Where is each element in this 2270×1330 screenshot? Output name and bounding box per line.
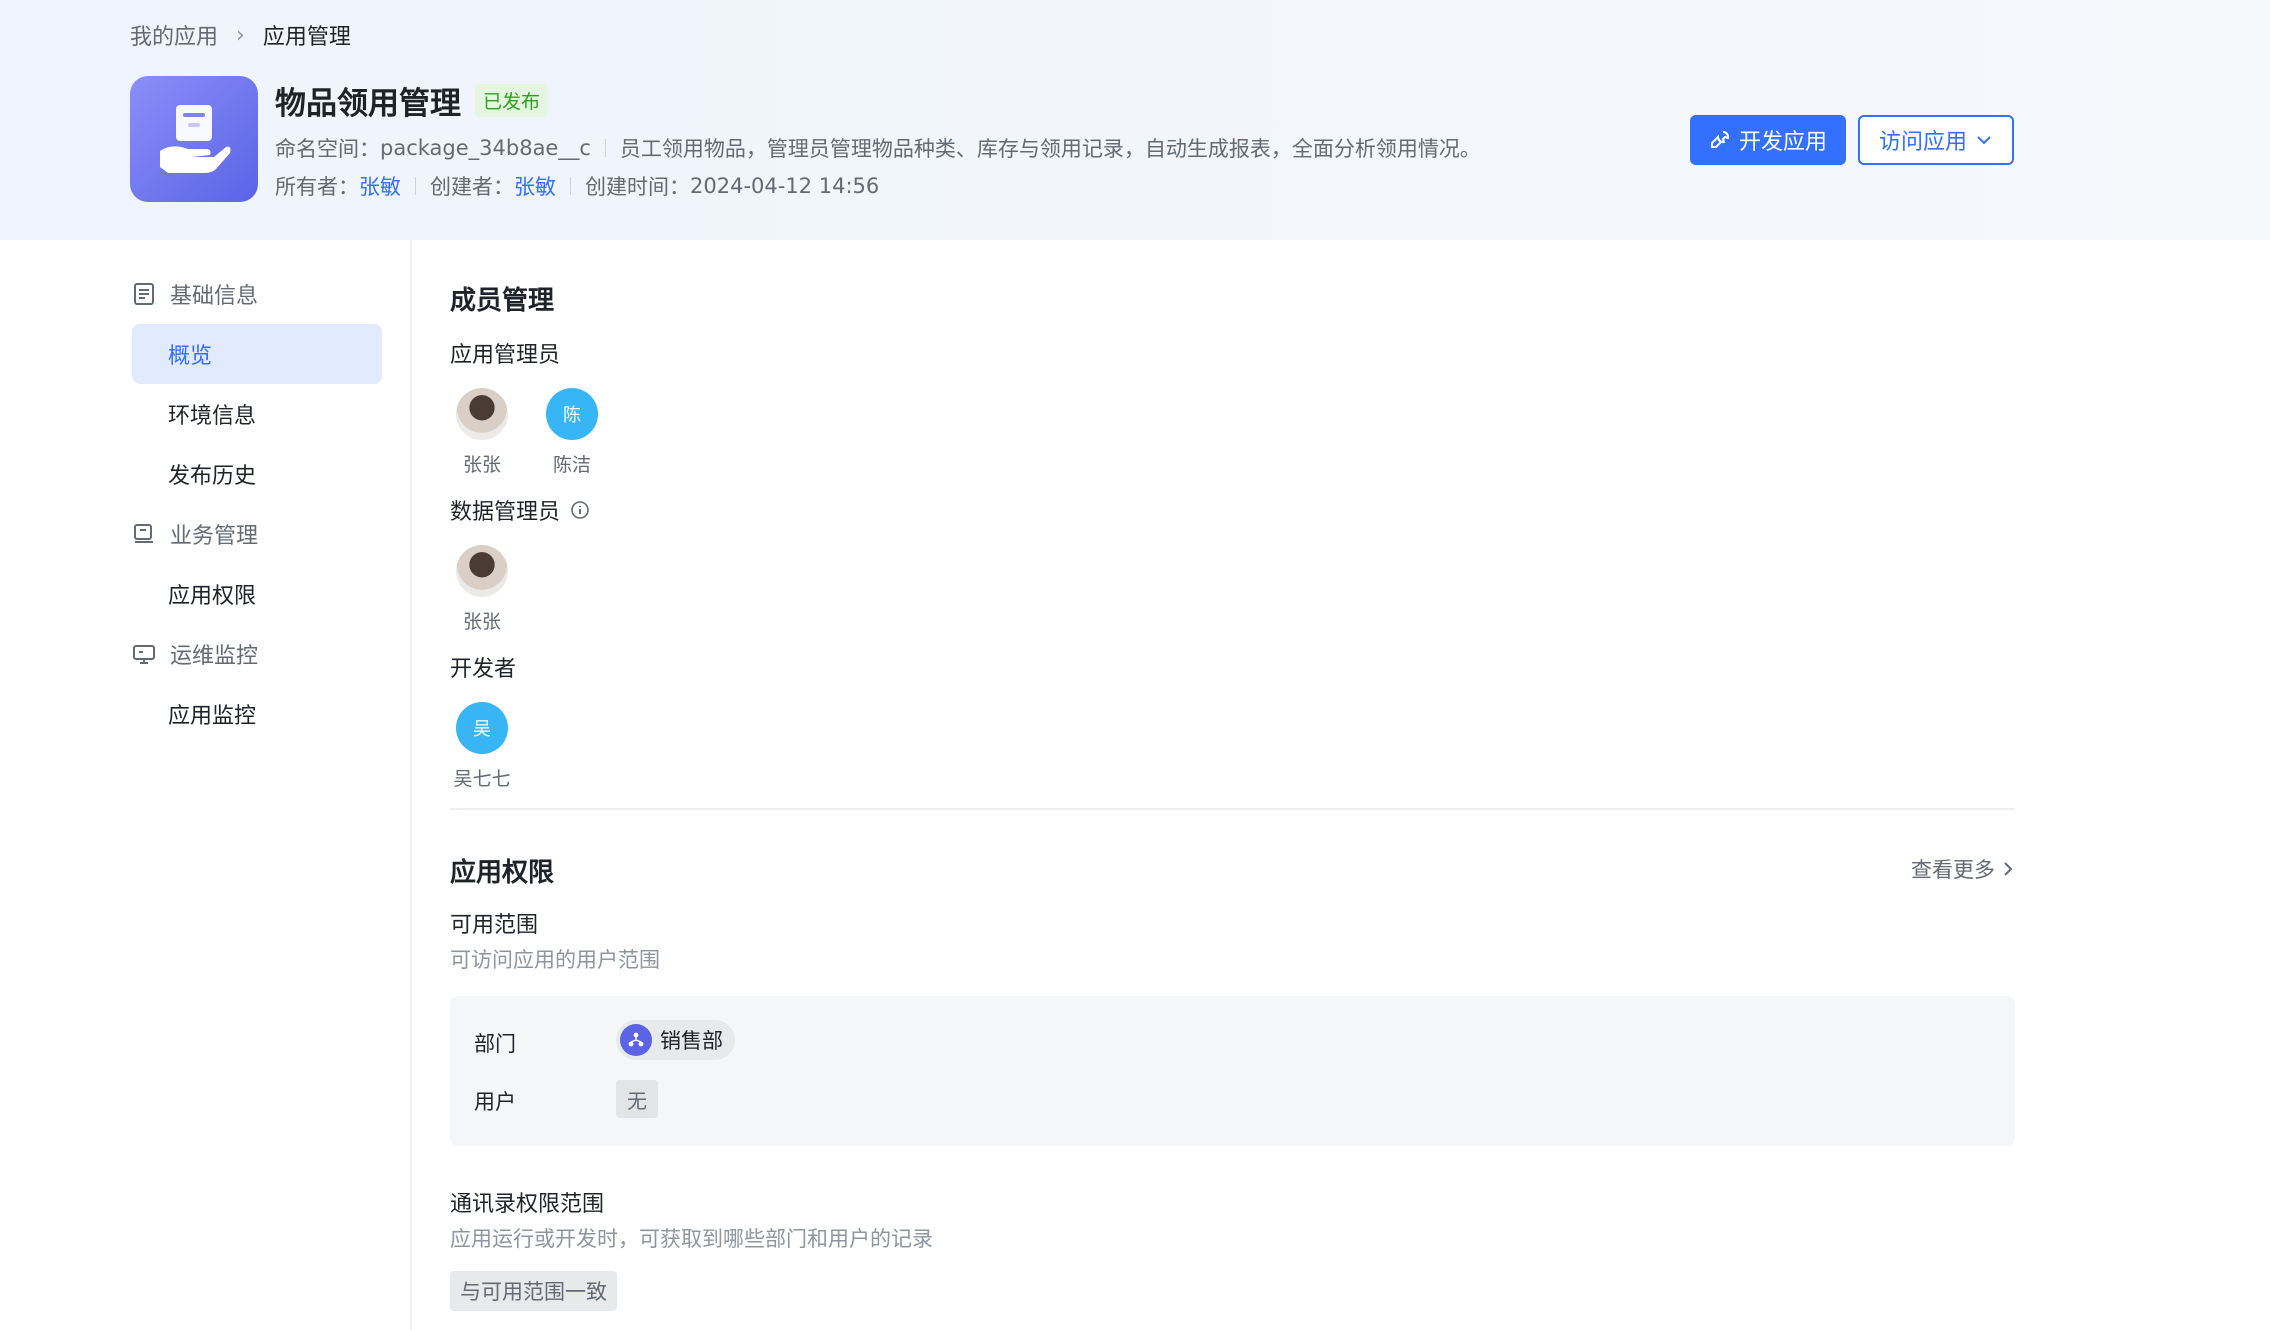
contacts-scope-title-text: 通讯录权限范围 [450,1192,605,1217]
meta-divider [604,139,606,157]
department-name: 销售部 [660,1029,723,1053]
view-more-link[interactable]: 查看更多 [1911,854,2015,884]
member-name: 陈洁 [552,454,591,476]
visit-app-button[interactable]: 访问应用 [1858,115,2014,165]
breadcrumb-my-apps[interactable]: 我的应用 [130,19,218,51]
developers-label: 开发者 [450,651,516,683]
sidebar-item-label: 应用权限 [168,584,257,609]
creator-label: 创建者： [430,175,514,199]
avatar [456,545,508,597]
owner-label: 所有者： [275,175,359,199]
app-admins-label: 应用管理员 [450,337,560,369]
scope-title-text: 可用范围 [450,913,539,938]
member-name: 张张 [462,454,501,476]
view-more-label: 查看更多 [1911,858,1995,882]
sidebar-item-overview[interactable]: 概览 [132,324,382,384]
member-name: 吴七七 [453,768,511,790]
app-header: 我的应用 › 应用管理 物品领用管理 已发布 命名空间： package_34b… [0,0,2270,240]
dept-label: 部门 [474,1032,516,1056]
briefcase-icon [134,524,153,543]
app-logo-icon [130,76,258,202]
created-label: 创建时间： [585,175,690,199]
meta-divider [570,177,571,195]
scope-title: 可用范围 [450,907,538,939]
member-app-admin[interactable]: 陈 陈洁 [540,388,604,477]
app-meta-row-2: 所有者： 张敏 创建者： 张敏 创建时间： 2024-04-12 14:56 [275,171,879,201]
created-time: 2024-04-12 14:56 [690,174,880,198]
sidebar-item-label: 环境信息 [168,404,257,429]
avatar [456,388,508,440]
owner-link[interactable]: 张敏 [359,171,401,201]
info-icon[interactable] [570,500,590,520]
member-name: 张张 [462,611,501,633]
chevron-down-icon [1977,136,1991,145]
avatar: 陈 [546,388,598,440]
organization-icon [620,1024,652,1056]
app-admins-label-text: 应用管理员 [450,343,561,368]
section-divider [450,808,2015,810]
sidebar-group-basic-info: 基础信息 [132,278,258,310]
app-description: 员工领用物品，管理员管理物品种类、库存与领用记录，自动生成报表，全面分析领用情况… [619,137,1481,161]
contacts-scope-description: 应用运行或开发时，可获取到哪些部门和用户的记录 [450,1227,933,1251]
monitor-icon [133,645,155,664]
develop-app-label: 开发应用 [1738,130,1827,155]
scope-panel: 部门 销售部 用户 无 [450,996,2015,1146]
contacts-scope-tag: 与可用范围一致 [450,1271,617,1311]
develop-app-button[interactable]: 开发应用 [1690,115,1846,165]
namespace-label: 命名空间： [275,137,380,161]
department-tag[interactable]: 销售部 [616,1020,735,1060]
status-badge: 已发布 [475,84,549,117]
app-title: 物品领用管理 [275,86,461,122]
member-developer[interactable]: 吴 吴七七 [450,702,514,791]
avatar: 吴 [456,702,508,754]
sidebar-group-business: 业务管理 [132,518,258,550]
sidebar-item-label: 发布历史 [168,464,257,489]
user-label: 用户 [474,1090,516,1114]
visit-app-label: 访问应用 [1878,130,1967,155]
breadcrumb: 我的应用 › 应用管理 [130,19,351,51]
sidebar-item-app-monitoring[interactable]: 应用监控 [132,684,382,744]
app-meta-row-1: 命名空间： package_34b8ae__c 员工领用物品，管理员管理物品种类… [275,133,1481,163]
member-data-admin[interactable]: 张张 [450,545,514,634]
data-admins-label: 数据管理员 [450,494,590,526]
user-value-tag: 无 [616,1080,658,1118]
members-section-title: 成员管理 [450,286,555,316]
wrench-icon [1710,131,1730,148]
sidebar-group-label: 业务管理 [170,524,259,549]
developers-label-text: 开发者 [450,657,517,682]
sidebar-group-label: 基础信息 [170,284,259,309]
sidebar-item-app-permissions[interactable]: 应用权限 [132,564,382,624]
sidebar-item-environment[interactable]: 环境信息 [132,384,382,444]
data-admins-label-text: 数据管理员 [450,500,561,525]
sidebar-group-ops: 运维监控 [132,638,258,670]
permissions-section-title: 应用权限 [450,858,555,888]
creator-link[interactable]: 张敏 [514,171,556,201]
scope-description: 可访问应用的用户范围 [450,948,660,972]
member-app-admin[interactable]: 张张 [450,388,514,477]
sidebar-item-release-history[interactable]: 发布历史 [132,444,382,504]
sidebar-item-label: 应用监控 [168,704,257,729]
breadcrumb-current: 应用管理 [262,25,351,50]
sidebar-group-label: 运维监控 [170,644,259,669]
sidebar: 基础信息 概览 环境信息 发布历史 业务管理 应用权限 运维监控 应用监控 [0,240,412,1330]
document-icon [134,283,154,305]
namespace-value: package_34b8ae__c [380,136,591,160]
contacts-scope-title: 通讯录权限范围 [450,1186,604,1218]
sidebar-item-label: 概览 [168,344,213,369]
meta-divider [415,177,416,195]
chevron-right-icon: › [236,22,245,48]
chevron-right-icon [2004,862,2013,876]
